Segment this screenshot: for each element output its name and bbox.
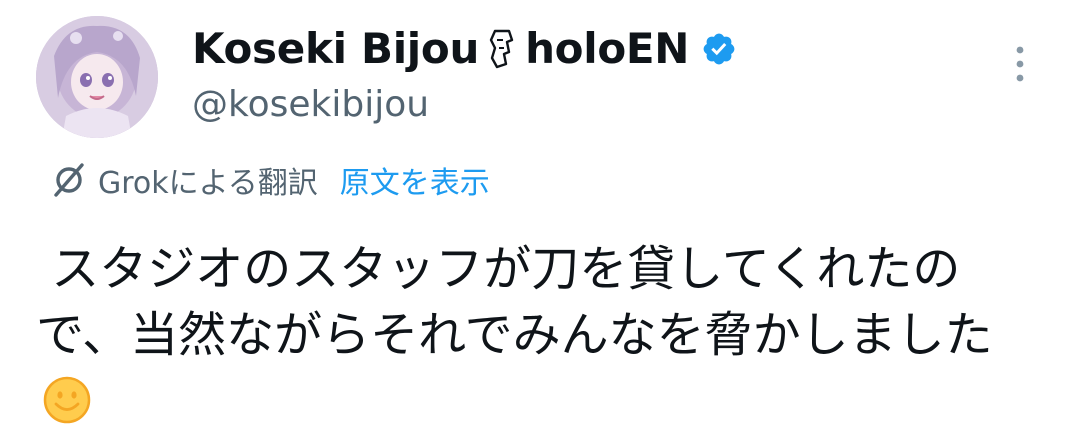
tweet-body: スタジオのスタッフが刀を貸してくれたので、当然ながらそれでみんなを脅かしました [36, 241, 993, 363]
moai-icon [489, 29, 514, 68]
tweet-text: スタジオのスタッフが刀を貸してくれたので、当然ながらそれでみんなを脅かしました [36, 236, 1046, 434]
show-original-link[interactable]: 原文を表示 [340, 158, 490, 202]
avatar-image [36, 16, 158, 138]
translated-by-label: Grokによる翻訳 [98, 166, 318, 201]
author-display-name[interactable]: Koseki Bijou [192, 24, 479, 73]
more-vertical-icon[interactable] [1006, 44, 1034, 84]
grok-icon [54, 163, 84, 197]
author-name-row: Koseki Bijou holoEN [192, 24, 737, 73]
author-handle[interactable]: @kosekibijou [192, 84, 429, 125]
avatar[interactable] [36, 16, 158, 138]
translation-row: Grokによる翻訳 原文を表示 [48, 158, 490, 202]
verified-badge-icon [703, 33, 735, 64]
smiling-face-icon [43, 376, 91, 424]
author-display-name-suffix[interactable]: holoEN [525, 24, 689, 73]
